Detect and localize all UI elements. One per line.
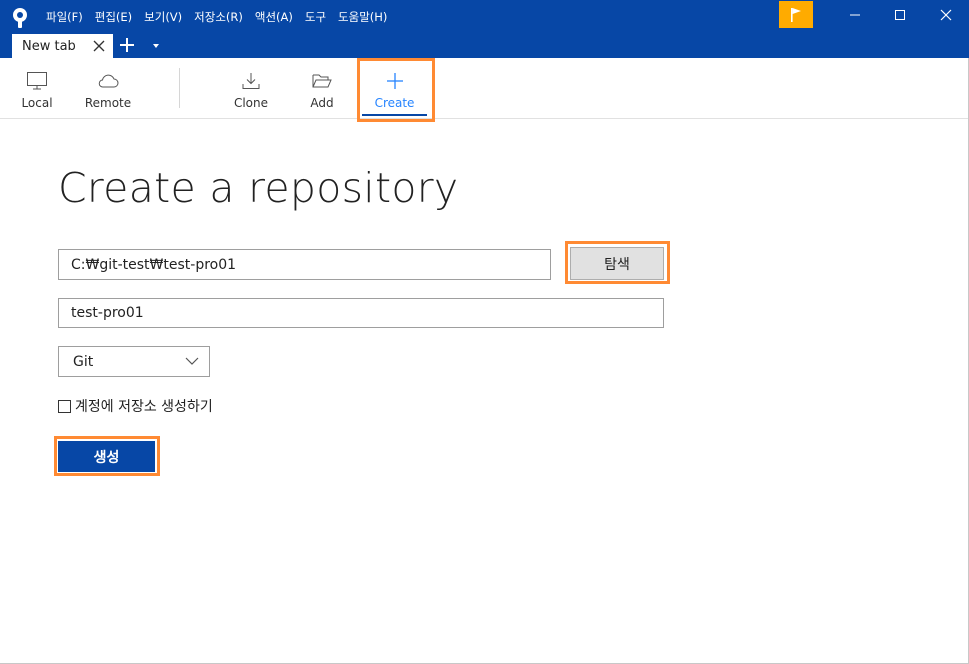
browse-button[interactable]: 탐색 — [570, 247, 664, 280]
page-title: Create a repository — [58, 164, 459, 212]
create-on-account-label: 계정에 저장소 생성하기 — [75, 399, 213, 415]
tab-new[interactable]: New tab — [12, 34, 113, 58]
add-label: Add — [310, 96, 334, 110]
remote-label: Remote — [84, 96, 132, 110]
tab-strip: New tab — [0, 33, 969, 58]
add-tab-icon[interactable] — [117, 35, 137, 55]
menu-bar: 파일(F) 편집(E) 보기(V) 저장소(R) 액션(A) 도구 도움말(H) — [46, 8, 399, 26]
tab-close-icon[interactable] — [91, 38, 107, 54]
menu-tools[interactable]: 도구 — [305, 8, 326, 26]
destination-path-input[interactable]: C:₩git-test₩test-pro01 — [58, 249, 551, 280]
minimize-icon — [850, 14, 860, 16]
menu-actions[interactable]: 액션(A) — [255, 8, 293, 26]
menu-edit[interactable]: 편집(E) — [95, 8, 132, 26]
flag-icon — [791, 7, 801, 22]
create-on-account-checkbox[interactable] — [58, 399, 71, 413]
remote-button[interactable]: Remote — [80, 58, 136, 118]
notification-flag-button[interactable] — [779, 1, 813, 28]
menu-repository[interactable]: 저장소(R) — [194, 8, 243, 26]
app-logo-icon — [13, 8, 27, 28]
create-on-account-option[interactable]: 계정에 저장소 생성하기 — [58, 396, 213, 416]
menu-help[interactable]: 도움말(H) — [338, 8, 387, 26]
plus-icon — [386, 73, 403, 89]
menu-view[interactable]: 보기(V) — [144, 8, 182, 26]
create-tab-button[interactable]: Create — [360, 58, 429, 118]
create-label: Create — [374, 96, 415, 110]
add-button[interactable]: Add — [300, 58, 344, 118]
download-icon — [242, 73, 260, 89]
folder-open-icon — [312, 74, 332, 88]
active-tab-underline — [362, 114, 427, 116]
tab-label: New tab — [22, 38, 76, 54]
cloud-icon — [98, 74, 119, 88]
monitor-icon — [27, 72, 47, 90]
toolbar: Local Remote Clone Add Create — [0, 58, 969, 119]
create-button[interactable]: 생성 — [58, 441, 155, 472]
tab-menu-chevron-down-icon[interactable] — [150, 41, 162, 51]
close-icon — [940, 9, 952, 21]
clone-label: Clone — [233, 96, 269, 110]
vcs-type-value: Git — [73, 353, 94, 370]
clone-button[interactable]: Clone — [228, 58, 274, 118]
repository-name-input[interactable]: test-pro01 — [58, 298, 664, 328]
local-button[interactable]: Local — [14, 58, 60, 118]
maximize-icon — [895, 10, 905, 20]
maximize-button[interactable] — [885, 3, 915, 27]
local-label: Local — [21, 96, 53, 110]
minimize-button[interactable] — [840, 3, 870, 27]
toolbar-separator — [179, 68, 180, 108]
vcs-type-select[interactable]: Git — [58, 346, 210, 377]
close-window-button[interactable] — [931, 3, 961, 27]
title-bar: 파일(F) 편집(E) 보기(V) 저장소(R) 액션(A) 도구 도움말(H)… — [0, 0, 969, 58]
chevron-down-icon — [185, 357, 199, 365]
menu-file[interactable]: 파일(F) — [46, 8, 83, 26]
